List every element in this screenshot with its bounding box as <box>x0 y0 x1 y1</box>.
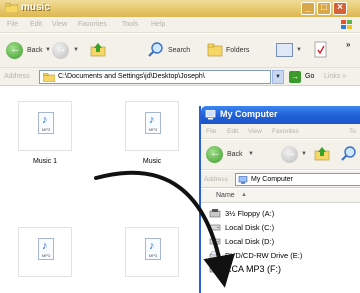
menu-help[interactable]: Help <box>151 21 165 28</box>
forward-arrow-icon: → <box>285 147 296 159</box>
file-thumbnail: ♪ MP3 <box>18 101 72 151</box>
address-label: Address <box>204 176 228 183</box>
mp3-file-icon: ♪ MP3 <box>145 238 161 260</box>
my-computer-menubar: File Edit View Favorites To <box>201 124 360 139</box>
search-icon[interactable] <box>148 42 164 58</box>
name-column-header[interactable]: Name ▲ <box>201 189 360 203</box>
up-folder-icon[interactable] <box>314 146 330 161</box>
back-arrow-icon: ← <box>10 43 21 55</box>
hard-disk-icon <box>209 238 221 245</box>
links-button[interactable]: Links » <box>324 73 346 80</box>
back-button[interactable]: ← <box>206 146 223 163</box>
address-label: Address <box>4 73 30 80</box>
forward-button[interactable]: → <box>52 42 69 59</box>
drive-list: Name ▲ 3½ Floppy (A:) Local Disk (C:) Lo… <box>201 189 360 293</box>
minimize-button[interactable]: _ <box>301 2 315 15</box>
file-thumbnail: ♪ MP3 <box>125 101 179 151</box>
forward-dropdown-icon[interactable]: ▼ <box>301 151 307 157</box>
file-thumbnail: ♪ MP3 <box>125 227 179 277</box>
my-computer-toolbar: ← Back ▼ → ▼ <box>201 140 360 170</box>
drive-item-local-c[interactable]: Local Disk (C:) <box>209 221 359 234</box>
address-value: C:\Documents and Settings\jd\Desktop\Jos… <box>58 73 205 80</box>
file-label: Music <box>142 158 162 165</box>
page-icon[interactable] <box>313 41 328 58</box>
maximize-button[interactable]: □ <box>317 2 331 15</box>
music-window-title: music <box>21 2 50 13</box>
address-input[interactable]: My Computer <box>235 173 360 186</box>
sort-ascending-icon: ▲ <box>241 192 247 198</box>
music-titlebar[interactable]: music _ □ × <box>0 0 360 17</box>
search-icon[interactable] <box>341 146 357 162</box>
back-dropdown-icon[interactable]: ▼ <box>45 47 51 53</box>
go-button[interactable]: Go <box>305 73 314 80</box>
my-computer-titlebar[interactable]: My Computer <box>201 106 360 124</box>
hard-disk-icon <box>209 224 221 231</box>
drive-item-rca-mp3[interactable]: RCA MP3 (F:) <box>209 263 359 276</box>
back-arrow-icon: ← <box>210 147 221 159</box>
floppy-icon <box>209 209 221 218</box>
menu-view[interactable]: View <box>52 21 67 28</box>
file-item-music-1[interactable]: ♪ MP3 Music 1 <box>10 101 80 176</box>
menu-favorites[interactable]: Favorites <box>78 21 107 28</box>
music-note-icon: ♪ <box>42 114 48 126</box>
drive-item-dvd-e[interactable]: DVD/CD-RW Drive (E:) <box>209 249 359 262</box>
forward-arrow-icon: → <box>56 43 67 55</box>
drive-item-floppy[interactable]: 3½ Floppy (A:) <box>209 207 359 220</box>
views-dropdown-icon[interactable]: ▼ <box>296 47 302 53</box>
views-icon[interactable] <box>276 43 293 57</box>
address-input[interactable]: C:\Documents and Settings\jd\Desktop\Jos… <box>39 70 271 84</box>
music-note-icon: ♪ <box>149 240 155 252</box>
close-button[interactable]: × <box>333 2 347 15</box>
back-dropdown-icon[interactable]: ▼ <box>248 151 254 157</box>
music-menubar: File Edit View Favorites Tools Help <box>0 17 360 33</box>
computer-icon <box>205 110 216 120</box>
forward-button[interactable]: → <box>281 146 298 163</box>
drive-item-local-d[interactable]: Local Disk (D:) <box>209 235 359 248</box>
forward-dropdown-icon[interactable]: ▼ <box>73 47 79 53</box>
search-label[interactable]: Search <box>168 47 190 54</box>
cd-drive-icon <box>209 250 221 260</box>
address-dropdown-icon[interactable]: ▼ <box>272 70 284 84</box>
mp3-file-icon: ♪ MP3 <box>38 238 54 260</box>
menu-file[interactable]: File <box>7 21 18 28</box>
music-addressbar: Address C:\Documents and Settings\jd\Des… <box>0 68 360 86</box>
file-label: Music 1 <box>32 158 58 165</box>
removable-drive-icon <box>209 266 221 273</box>
address-folder-icon <box>43 73 55 82</box>
mp3-file-icon: ♪ MP3 <box>145 112 161 134</box>
computer-icon <box>238 176 248 184</box>
up-folder-icon[interactable] <box>90 42 106 57</box>
mp3-file-icon: ♪ MP3 <box>38 112 54 134</box>
music-toolbar: ← Back ▼ → ▼ Search Folders ▼ » <box>0 34 360 68</box>
windows-logo-icon <box>341 20 352 29</box>
toolbar-overflow[interactable]: » <box>346 40 350 49</box>
menu-file[interactable]: File <box>206 128 216 135</box>
file-item-music-4[interactable]: ♪ MP3 <box>117 227 187 287</box>
menu-tools[interactable]: To <box>349 128 356 135</box>
file-item-music-3[interactable]: ♪ MP3 <box>10 227 80 287</box>
menu-edit[interactable]: Edit <box>30 21 42 28</box>
address-value: My Computer <box>251 176 294 183</box>
my-computer-title: My Computer <box>220 109 278 119</box>
go-arrow-icon[interactable]: → <box>289 71 301 83</box>
back-label[interactable]: Back <box>227 151 243 158</box>
my-computer-window: My Computer File Edit View Favorites To … <box>199 106 360 293</box>
menu-view[interactable]: View <box>248 128 262 135</box>
back-button[interactable]: ← <box>6 42 23 59</box>
menu-edit[interactable]: Edit <box>227 128 238 135</box>
file-item-music-2[interactable]: ♪ MP3 Music <box>117 101 187 176</box>
music-note-icon: ♪ <box>42 240 48 252</box>
folders-icon[interactable] <box>207 43 223 57</box>
menu-favorites[interactable]: Favorites <box>272 128 299 135</box>
folders-label[interactable]: Folders <box>226 47 249 54</box>
file-thumbnail: ♪ MP3 <box>18 227 72 277</box>
back-label[interactable]: Back <box>27 47 43 54</box>
music-note-icon: ♪ <box>149 114 155 126</box>
menu-tools[interactable]: Tools <box>122 21 138 28</box>
my-computer-addressbar: Address My Computer <box>201 171 360 188</box>
folder-icon <box>5 3 18 13</box>
